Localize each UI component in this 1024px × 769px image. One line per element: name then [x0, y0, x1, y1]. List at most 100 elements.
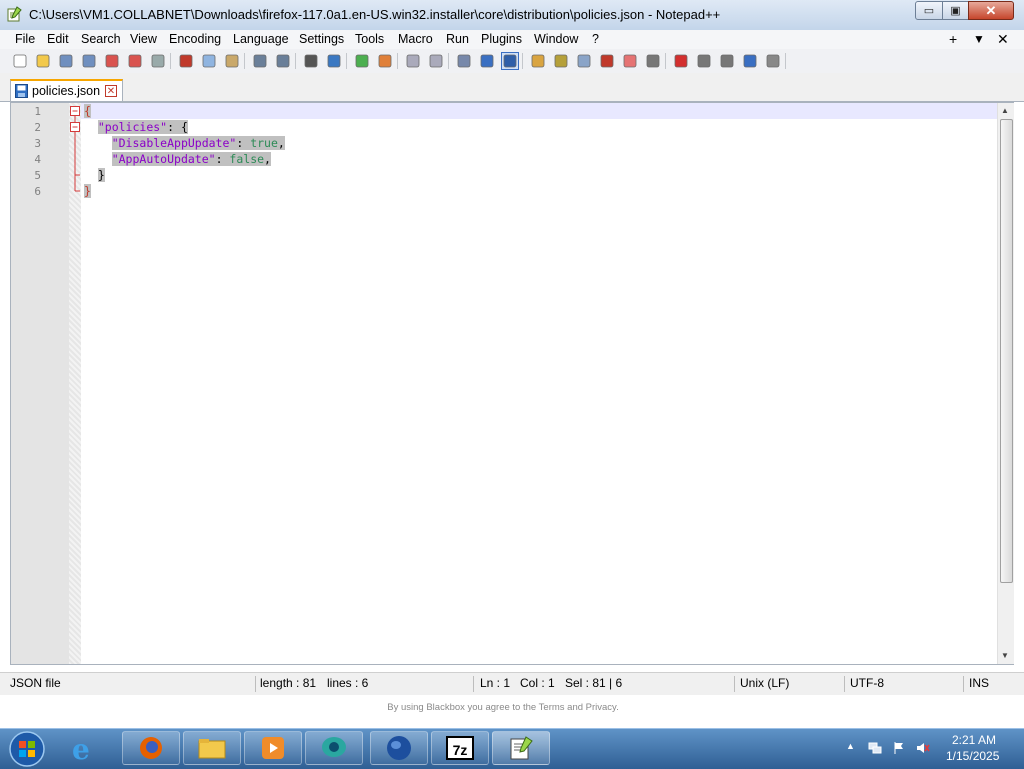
selected-text: { [84, 104, 91, 118]
editor[interactable]: ▲ ▼ 1 2 3 4 5 6 { "policies": { "DisableAppUpd… [10, 102, 1014, 665]
scroll-thumb[interactable] [1000, 119, 1013, 583]
taskbar-7zip[interactable]: 7z [431, 731, 489, 765]
tab-close-icon[interactable]: ✕ [105, 85, 117, 97]
print-icon[interactable] [150, 53, 166, 69]
code-line[interactable]: "AppAutoUpdate": false, [84, 152, 271, 166]
window-title: C:\Users\VM1.COLLABNET\Downloads\firefox… [29, 7, 721, 22]
clock-time[interactable]: 2:21 AM [952, 733, 996, 747]
doc-list-icon[interactable] [576, 53, 592, 69]
menu-view[interactable]: View [130, 32, 157, 46]
menu-help[interactable]: ? [592, 32, 599, 46]
selected-text: } [97, 168, 105, 182]
taskbar-notepadpp[interactable] [492, 731, 550, 765]
clock-date[interactable]: 1/15/2025 [946, 749, 999, 763]
code-line[interactable]: } [84, 184, 91, 198]
zoom-out-icon[interactable] [377, 53, 393, 69]
zoom-in-icon[interactable] [354, 53, 370, 69]
status-separator [844, 676, 845, 692]
replace-icon[interactable] [326, 53, 342, 69]
tray-expand-icon[interactable]: ▲ [846, 741, 855, 751]
scroll-down-icon[interactable]: ▼ [1001, 651, 1009, 660]
code-token: "policies" [97, 120, 168, 134]
word-wrap-icon[interactable] [456, 53, 472, 69]
menu-edit[interactable]: Edit [47, 32, 69, 46]
menu-settings[interactable]: Settings [299, 32, 344, 46]
menu-macro[interactable]: Macro [398, 32, 433, 46]
taskbar-firefox[interactable] [122, 731, 180, 765]
overlay-footnote: By using Blackbox you agree to the Terms… [0, 698, 1006, 718]
taskbar-explorer[interactable] [183, 731, 241, 765]
folder-workspace-icon[interactable] [622, 53, 638, 69]
tab-list-button[interactable]: ▼ [973, 32, 985, 46]
tab-policies-json[interactable]: policies.json ✕ [10, 79, 123, 101]
close-icon[interactable] [104, 53, 120, 69]
sync-horizontal-icon[interactable] [428, 53, 444, 69]
chat-app-icon [322, 737, 346, 757]
paste-icon[interactable] [224, 53, 240, 69]
status-separator [734, 676, 735, 692]
status-sel: Sel : 81 | 6 [565, 676, 623, 690]
menu-encoding[interactable]: Encoding [169, 32, 221, 46]
fold-markers [70, 106, 80, 192]
run-macro-multiple-icon[interactable] [742, 53, 758, 69]
save-all-icon[interactable] [81, 53, 97, 69]
action-center-flag-icon[interactable] [892, 741, 906, 755]
indent-guide-icon[interactable] [501, 52, 519, 70]
network-icon[interactable] [868, 741, 882, 755]
minimize-button[interactable]: ▭ [915, 1, 943, 20]
undo-icon[interactable] [252, 53, 268, 69]
vertical-scrollbar[interactable]: ▲ ▼ [997, 103, 1014, 664]
toolbar-separator [346, 53, 347, 69]
close-all-icon[interactable] [127, 53, 143, 69]
code-line[interactable]: } [84, 168, 105, 182]
new-file-icon[interactable] [12, 53, 28, 69]
status-encoding[interactable]: UTF-8 [850, 676, 884, 690]
maximize-button[interactable]: ▣ [942, 1, 969, 20]
close-button[interactable]: ✕ [968, 1, 1014, 20]
find-icon[interactable] [303, 53, 319, 69]
save-macro-icon[interactable] [765, 53, 781, 69]
code-line[interactable]: "policies": { [84, 120, 188, 134]
taskbar-globe[interactable] [370, 731, 428, 765]
menu-plugins[interactable]: Plugins [481, 32, 522, 46]
copy-icon[interactable] [201, 53, 217, 69]
cut-icon[interactable] [178, 53, 194, 69]
taskbar-chat[interactable] [305, 731, 363, 765]
menu-window[interactable]: Window [534, 32, 578, 46]
status-mode[interactable]: INS [969, 676, 989, 690]
monitor-icon[interactable] [645, 53, 661, 69]
open-file-icon[interactable] [35, 53, 51, 69]
code-token: : [236, 136, 251, 150]
volume-muted-icon[interactable] [916, 741, 930, 755]
play-macro-icon[interactable] [719, 53, 735, 69]
new-tab-button[interactable]: + [949, 31, 957, 47]
redo-icon[interactable] [275, 53, 291, 69]
func-list-icon[interactable] [599, 53, 615, 69]
stop-macro-icon[interactable] [696, 53, 712, 69]
taskbar-media[interactable] [244, 731, 302, 765]
menu-run[interactable]: Run [446, 32, 469, 46]
status-separator [255, 676, 256, 692]
scroll-up-icon[interactable]: ▲ [1001, 106, 1009, 115]
menu-file[interactable]: File [15, 32, 35, 46]
title-bar[interactable]: C:\Users\VM1.COLLABNET\Downloads\firefox… [0, 0, 1024, 31]
status-eol[interactable]: Unix (LF) [740, 676, 789, 690]
close-doc-button[interactable]: ✕ [997, 31, 1009, 48]
code-line[interactable]: "DisableAppUpdate": true, [84, 136, 285, 150]
lang-icon[interactable] [530, 53, 546, 69]
code-line[interactable]: { [84, 104, 91, 118]
record-macro-icon[interactable] [673, 53, 689, 69]
toolbar-separator [170, 53, 171, 69]
save-icon[interactable] [58, 53, 74, 69]
firefox-icon [140, 737, 162, 759]
menu-tools[interactable]: Tools [355, 32, 384, 46]
menu-language[interactable]: Language [233, 32, 289, 46]
map-icon[interactable] [553, 53, 569, 69]
menu-search[interactable]: Search [81, 32, 121, 46]
code-token: { [84, 104, 91, 118]
internet-explorer-icon[interactable]: e [72, 733, 90, 766]
show-all-chars-icon[interactable] [479, 53, 495, 69]
start-orb-icon[interactable] [8, 730, 46, 768]
sync-vertical-icon[interactable] [405, 53, 421, 69]
